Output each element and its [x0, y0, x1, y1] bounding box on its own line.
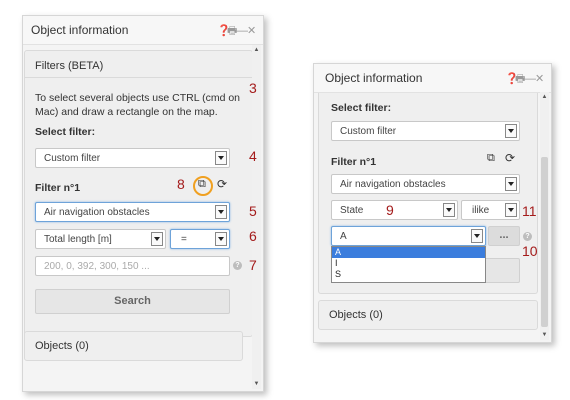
help-icon[interactable]: ? [233, 261, 242, 270]
operator-select[interactable]: ilike [461, 200, 520, 220]
callout-7: 7 [249, 257, 257, 273]
help-icon[interactable]: ❓ [505, 72, 519, 85]
callout-11: 11 [522, 203, 537, 219]
print-icon[interactable]: 🖶 [227, 22, 237, 41]
scroll-down-icon[interactable]: ▼ [253, 381, 260, 387]
copy-filter-icon[interactable]: ⧉ [487, 152, 495, 165]
close-icon[interactable]: ✕ [535, 72, 545, 85]
object-information-panel-left: Object information ❓🖶—✕ Filters (BETA) T… [22, 15, 264, 392]
instructions-text: To select several objects use CTRL (cmd … [35, 92, 241, 118]
chevron-down-icon[interactable] [505, 124, 517, 138]
panel-header: Object information ❓🖶—✕ [314, 64, 551, 93]
header-icons: ❓🖶—✕ [505, 70, 545, 89]
filters-section-title: Filters (BETA) [35, 60, 104, 72]
layer-select[interactable]: Air navigation obstacles [35, 202, 230, 222]
more-button-label: ... [499, 229, 509, 241]
help-icon[interactable]: ? [523, 232, 532, 241]
attribute-select[interactable]: Total length [m] [35, 229, 166, 249]
panel-title: Object information [325, 71, 423, 85]
filter-heading: Filter n°1 [331, 156, 377, 168]
search-button-label: Search [114, 295, 151, 307]
value-dropdown-list[interactable]: A I S [331, 246, 486, 283]
objects-section-title: Objects (0) [329, 309, 383, 321]
callout-6: 6 [249, 228, 257, 244]
chevron-down-icon[interactable] [443, 203, 455, 217]
operator-select-value: ilike [472, 205, 490, 216]
filter-heading: Filter n°1 [35, 182, 81, 194]
value-input-placeholder: 200, 0, 392, 300, 150 ... [44, 261, 150, 272]
callout-9: 9 [386, 202, 394, 218]
panel-title: Object information [31, 23, 129, 37]
chevron-down-icon[interactable] [505, 203, 517, 217]
objects-section[interactable]: Objects (0) [24, 331, 243, 361]
select-filter-label: Select filter: [35, 126, 96, 138]
value-input[interactable]: 200, 0, 392, 300, 150 ... [35, 256, 230, 276]
value-select-value: A [340, 231, 347, 242]
operator-select[interactable]: = [170, 229, 230, 249]
scrollbar-thumb[interactable] [541, 157, 548, 327]
chevron-down-icon[interactable] [215, 205, 227, 219]
dropdown-option-s[interactable]: S [332, 269, 485, 280]
object-information-panel-right: Object information ❓🖶—✕ Select filter: C… [313, 63, 552, 343]
scroll-down-icon[interactable]: ▼ [541, 332, 548, 338]
filters-section: Filters (BETA) To select several objects… [24, 50, 253, 337]
callout-3: 3 [249, 80, 257, 96]
callout-5: 5 [249, 203, 257, 219]
callout-8: 8 [177, 176, 185, 192]
filter-select[interactable]: Custom filter [35, 148, 230, 168]
layer-select-value: Air navigation obstacles [340, 179, 446, 190]
attribute-select-value: State [340, 205, 364, 216]
layer-select[interactable]: Air navigation obstacles [331, 174, 520, 194]
minimize-icon[interactable]: — [525, 73, 536, 85]
refresh-icon[interactable]: ⟳ [505, 151, 515, 165]
attribute-select[interactable]: State [331, 200, 458, 220]
objects-section-title: Objects (0) [35, 340, 89, 352]
help-icon[interactable]: ❓ [217, 24, 231, 37]
chevron-down-icon[interactable] [505, 177, 517, 191]
scroll-up-icon[interactable]: ▲ [541, 94, 548, 100]
filter-select-value: Custom filter [340, 126, 397, 137]
scrollbar[interactable]: ▲ ▼ [540, 92, 549, 340]
more-button[interactable]: ... [488, 226, 520, 246]
filters-section: Select filter: Custom filter Filter n°1 … [318, 93, 538, 294]
value-select[interactable]: A [331, 226, 486, 246]
search-button[interactable]: Search [35, 289, 230, 314]
close-icon[interactable]: ✕ [247, 24, 257, 37]
attribute-select-value: Total length [m] [44, 234, 112, 245]
select-filter-label: Select filter: [331, 102, 392, 114]
callout-4: 4 [249, 148, 257, 164]
chevron-down-icon[interactable] [151, 232, 163, 246]
callout-10: 10 [522, 243, 538, 259]
filter-select-value: Custom filter [44, 153, 101, 164]
layer-select-value: Air navigation obstacles [44, 207, 150, 218]
panel-header: Object information ❓🖶—✕ [23, 16, 263, 45]
chevron-down-icon[interactable] [215, 151, 227, 165]
dropdown-option-i[interactable]: I [332, 258, 485, 269]
header-icons: ❓🖶—✕ [217, 22, 257, 41]
scroll-up-icon[interactable]: ▲ [253, 47, 260, 53]
refresh-icon[interactable]: ⟳ [217, 177, 227, 191]
minimize-icon[interactable]: — [237, 25, 248, 37]
chevron-down-icon[interactable] [471, 229, 483, 243]
copy-filter-icon[interactable]: ⧉ [198, 178, 206, 191]
dropdown-option-a[interactable]: A [332, 247, 485, 258]
print-icon[interactable]: 🖶 [515, 70, 525, 89]
chevron-down-icon[interactable] [215, 232, 227, 246]
operator-select-value: = [181, 234, 187, 245]
filter-select[interactable]: Custom filter [331, 121, 520, 141]
objects-section[interactable]: Objects (0) [318, 300, 538, 330]
